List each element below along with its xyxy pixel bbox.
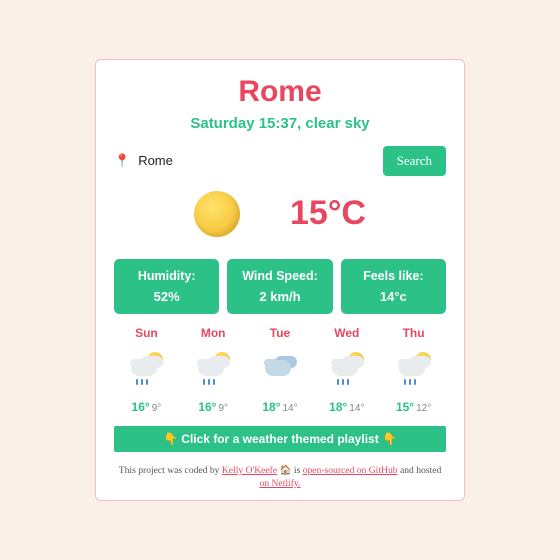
forecast-day: Sun 16°9° <box>114 326 179 416</box>
stat-label: Feels like: <box>345 269 442 283</box>
playlist-button[interactable]: 👇 Click for a weather themed playlist 👇 <box>114 426 446 452</box>
temp-low: 12° <box>416 403 431 414</box>
playlist-label: Click for a weather themed playlist <box>181 432 378 446</box>
sun-rain-icon <box>181 350 246 388</box>
forecast-day: Tue 18°14° <box>248 326 313 416</box>
temp-high: 15° <box>396 400 414 414</box>
datetime-description: Saturday 15:37, clear sky <box>114 115 446 132</box>
point-down-icon: 👇 <box>163 432 178 446</box>
stat-value: 52% <box>118 289 215 304</box>
search-button[interactable]: Search <box>383 146 446 176</box>
point-down-icon: 👇 <box>382 432 397 446</box>
temp-high: 16° <box>132 400 150 414</box>
author-link[interactable]: Kelly O'Keefe <box>222 465 277 476</box>
stat-wind: Wind Speed: 2 km/h <box>227 259 332 314</box>
stat-value: 2 km/h <box>231 289 328 304</box>
day-name: Thu <box>381 326 446 340</box>
temp-low: 9° <box>218 403 228 414</box>
stat-value: 14°c <box>345 289 442 304</box>
temp-low: 14° <box>283 403 298 414</box>
search-input[interactable] <box>136 149 376 172</box>
sun-rain-icon <box>381 350 446 388</box>
day-name: Tue <box>248 326 313 340</box>
stats-row: Humidity: 52% Wind Speed: 2 km/h Feels l… <box>114 259 446 314</box>
stat-label: Wind Speed: <box>231 269 328 283</box>
forecast-day: Wed 18°14° <box>314 326 379 416</box>
forecast-day: Mon 16°9° <box>181 326 246 416</box>
day-name: Wed <box>314 326 379 340</box>
temp-high: 18° <box>329 400 347 414</box>
cloudy-icon <box>248 350 313 388</box>
search-row: 📍 Search <box>114 146 446 176</box>
forecast-day: Thu 15°12° <box>381 326 446 416</box>
stat-label: Humidity: <box>118 269 215 283</box>
forecast-row: Sun 16°9° Mon 16°9° Tue 18°14° Wed 18°14… <box>114 326 446 416</box>
temp-low: 9° <box>152 403 162 414</box>
github-link[interactable]: open-sourced on GitHub <box>303 465 398 476</box>
weather-card: Rome Saturday 15:37, clear sky 📍 Search … <box>95 59 465 502</box>
temp-high: 18° <box>262 400 280 414</box>
sun-rain-icon <box>314 350 379 388</box>
pin-icon: 📍 <box>114 153 130 169</box>
sun-icon <box>194 191 240 237</box>
city-title: Rome <box>114 75 446 109</box>
day-name: Sun <box>114 326 179 340</box>
temp-high: 16° <box>198 400 216 414</box>
footer-credit: This project was coded by Kelly O'Keefe … <box>114 464 446 491</box>
temp-low: 14° <box>349 403 364 414</box>
current-weather: 15°C <box>114 191 446 237</box>
current-temp: 15°C <box>290 194 366 233</box>
stat-feels-like: Feels like: 14°c <box>341 259 446 314</box>
day-name: Mon <box>181 326 246 340</box>
stat-humidity: Humidity: 52% <box>114 259 219 314</box>
netlify-link[interactable]: on Netlify. <box>260 478 301 489</box>
sun-rain-icon <box>114 350 179 388</box>
